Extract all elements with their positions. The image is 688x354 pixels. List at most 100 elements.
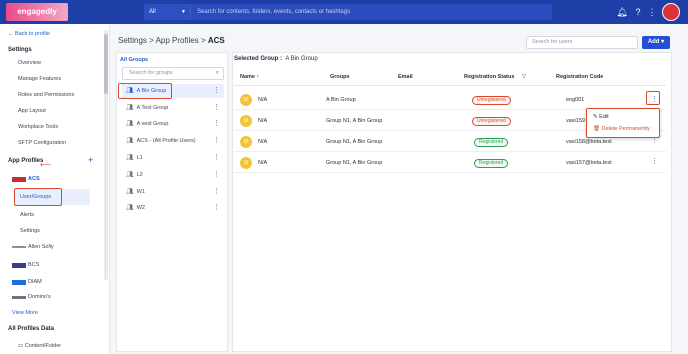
kebab-menu-icon[interactable]: ⋮ [213,168,220,182]
engagedly-logo[interactable]: engagedly [6,3,68,21]
column-header-registration-code: Registration Code [556,74,604,80]
row-name: N/A [258,139,268,145]
folder-icon: ▭ [18,343,25,349]
group-highlight-box [118,83,172,99]
row-groups: Group N1, A Bin Group [326,139,383,145]
users-icon: 👥︎ [126,138,134,144]
global-search: All ▼ Search for contents, folders, even… [144,4,552,20]
help-icon[interactable]: ? [632,6,644,18]
users-icon: 👥︎ [126,105,134,111]
kebab-menu-icon[interactable]: ⋮ [213,117,220,131]
sidebar-item-app-layout[interactable]: App Layout [18,108,46,114]
selected-group-label: Selected Group : A Bin Group [234,56,318,62]
row-name: N/A [258,160,268,166]
kebab-menu-icon[interactable]: ⋮ [213,151,220,165]
sidebar-item-roles-permissions[interactable]: Roles and Permissions [18,92,74,98]
trash-icon: 🗑︎ [593,126,602,132]
status-badge-registered: Registered [474,159,509,168]
add-button[interactable]: Add ▾ [642,36,670,49]
all-groups-title: All Groups [120,57,149,63]
global-search-input[interactable]: Search for contents, folders, events, co… [190,4,552,20]
group-item-l1[interactable]: 👥︎ L1 ⋮ [122,151,224,165]
groups-search-input[interactable]: Search for groups ⌕ [122,67,224,80]
sidebar-item-manage-features[interactable]: Manage Features [18,76,61,82]
column-header-name[interactable]: Name ↑ [240,74,259,80]
user-groups-highlight-box [14,188,62,206]
status-badge-unregistered: Unregistered [472,96,511,105]
row-name: N/A [258,97,268,103]
sort-arrow-up-icon[interactable]: ↑ [257,74,260,80]
row-context-menu: ✎ Edit 🗑︎ Delete Permanently [586,108,660,138]
breadcrumb-app-profiles[interactable]: App Profiles [156,36,199,45]
back-to-profile-link[interactable]: ← Back to profile [8,31,50,37]
users-icon: 👥︎ [126,172,134,178]
top-bar: engagedly All ▼ Search for contents, fol… [0,0,688,24]
bell-icon[interactable]: 🔔︎ [616,6,628,18]
user-avatar: U [240,115,252,127]
sidebar-profile-acs[interactable]: ACS [28,176,40,182]
row-registration-code: vasi159 [566,118,585,124]
kebab-menu-icon[interactable]: ⋮ [213,185,220,199]
row-name: N/A [258,118,268,124]
row-kebab-menu-icon[interactable]: ⋮ [651,157,658,165]
sidebar-profile-bcs[interactable]: BCS [28,262,39,268]
status-badge-unregistered: Unregistered [472,117,511,126]
row-kebab-highlight-box [646,91,660,105]
dominos-logo [12,296,26,299]
apps-grid-icon[interactable]: ⋮ [646,6,658,18]
group-item-l2[interactable]: 👥︎ L2 ⋮ [122,168,224,182]
all-profiles-data-heading: All Profiles Data [8,326,55,332]
kebab-menu-icon[interactable]: ⋮ [213,84,220,98]
filter-icon[interactable]: ▽ [522,74,526,80]
row-groups: Group N1, A Bin Group [326,118,383,124]
group-item-acs-all[interactable]: 👥︎ ACS - (All Profile Users) ⋮ [122,134,224,148]
table-row[interactable] [234,90,666,110]
add-profile-plus-icon[interactable]: + [88,155,93,165]
users-search-input[interactable]: Search for users [526,36,638,49]
column-header-registration-status: Registration Status [464,74,515,80]
selected-group-value: A Bin Group [285,56,318,62]
row-groups: Group N1, A Bin Group [326,160,383,166]
group-item-a-vest[interactable]: 👥︎ A vest Group ⋮ [122,117,224,131]
breadcrumb: Settings > App Profiles > ACS [118,36,225,45]
sidebar-item-sftp[interactable]: SFTP Configuration [18,140,66,146]
bcs-logo [12,263,26,268]
chevron-down-icon: ▼ [181,9,186,15]
sidebar-profile-allen-solly[interactable]: Allen Solly [28,244,54,250]
user-avatar: U [240,94,252,106]
search-scope-select[interactable]: All ▼ [144,4,190,20]
menu-item-delete-permanently[interactable]: 🗑︎ Delete Permanently [593,126,650,132]
status-badge-registered: Registered [474,138,509,147]
arrow-left-annotation-icon: ⟵ [40,160,52,169]
allen-solly-logo [12,246,26,248]
menu-item-edit[interactable]: ✎ Edit [593,114,609,120]
sidebar-item-acs-settings[interactable]: Settings [20,228,40,234]
sidebar-profile-dominos[interactable]: Domino's [28,294,51,300]
kebab-menu-icon[interactable]: ⋮ [213,134,220,148]
sidebar-item-alerts[interactable]: Alerts [20,212,34,218]
chevron-down-icon: ▾ [661,39,665,45]
sidebar-profile-diam[interactable]: DIAM [28,279,42,285]
column-header-email: Email [398,74,413,80]
row-groups: A Bin Group [326,97,356,103]
sidebar-item-content-folder[interactable]: ▭ Content/Folder [18,343,61,349]
search-icon: ⌕ [215,70,219,76]
arrow-left-icon: ← [8,31,16,37]
kebab-menu-icon[interactable]: ⋮ [213,101,220,115]
kebab-menu-icon[interactable]: ⋮ [213,201,220,215]
view-more-link[interactable]: View More [12,310,38,316]
group-item-w1[interactable]: 👥︎ W1 ⋮ [122,185,224,199]
users-icon: 👥︎ [126,121,134,127]
search-scope-label: All [149,9,156,15]
breadcrumb-current: ACS [207,36,225,45]
sidebar-scrollbar-thumb[interactable] [104,34,108,94]
breadcrumb-settings[interactable]: Settings [118,36,147,45]
user-avatar[interactable] [662,3,680,21]
app-profiles-heading: App Profiles [8,158,44,164]
acs-logo [12,177,26,182]
group-item-a-test[interactable]: 👥︎ A Test Group ⋮ [122,101,224,115]
users-icon: 👥︎ [126,205,134,211]
sidebar-item-workplace-tools[interactable]: Workplace Tools [18,124,58,130]
group-item-w2[interactable]: 👥︎ W2 ⋮ [122,201,224,215]
sidebar-item-overview[interactable]: Overview [18,60,41,66]
